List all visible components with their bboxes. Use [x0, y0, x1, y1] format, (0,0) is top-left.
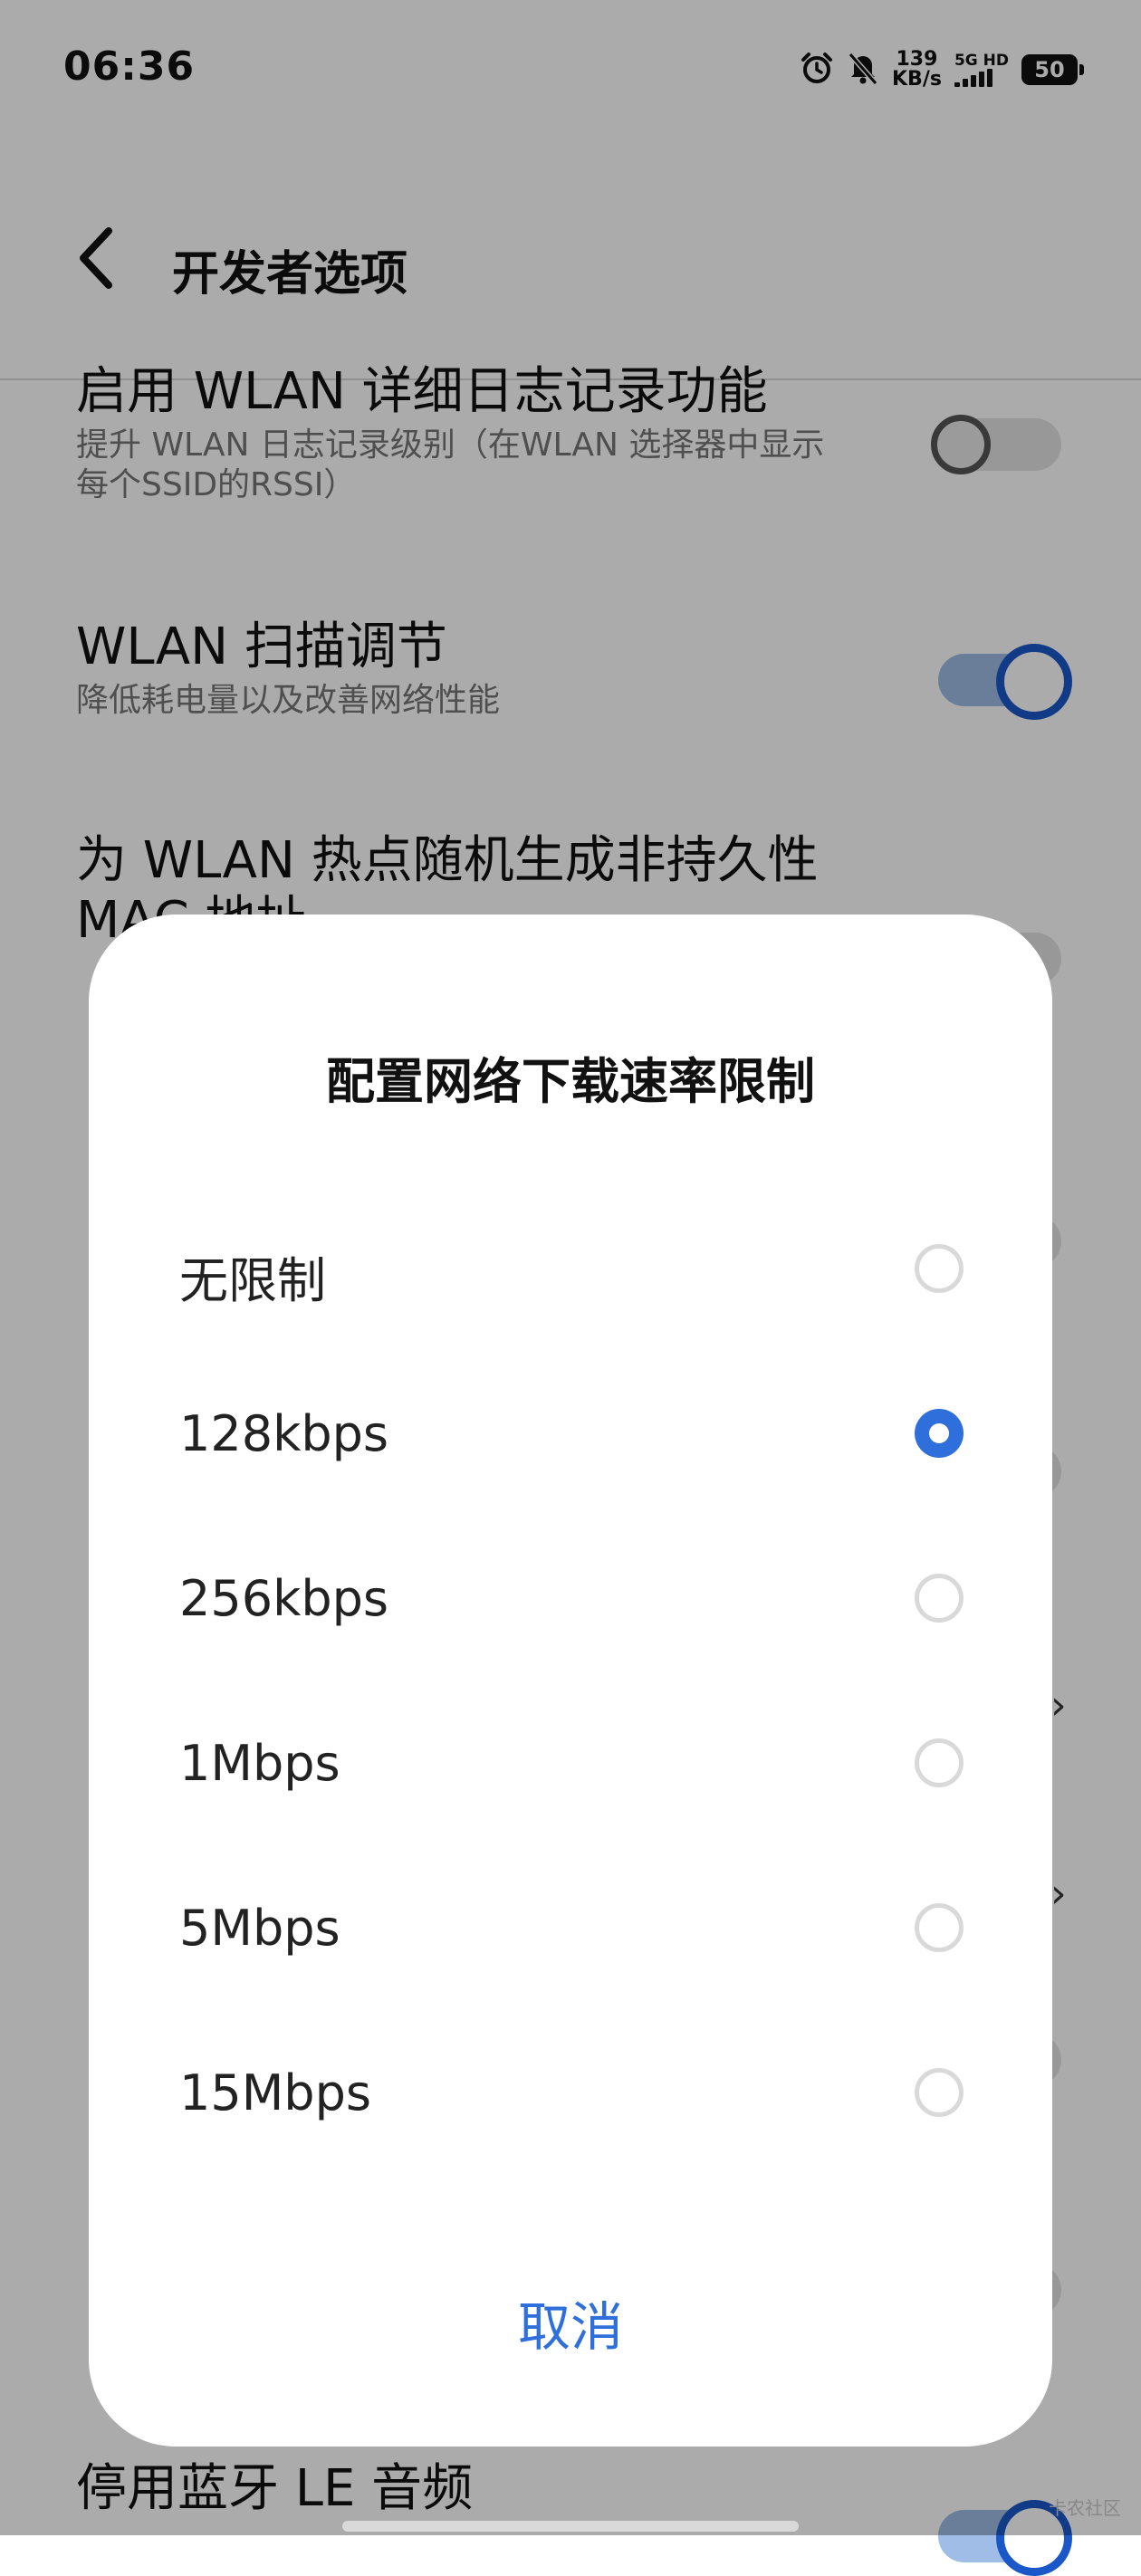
option-label: 无限制: [179, 1252, 326, 1309]
radio-button[interactable]: [915, 1574, 964, 1623]
radio-button[interactable]: [915, 1738, 964, 1787]
dialog-title: 配置网络下载速率限制: [326, 1053, 815, 1110]
home-indicator[interactable]: [342, 2521, 799, 2532]
radio-button[interactable]: [915, 1903, 964, 1952]
option-label: 128kbps: [179, 1405, 389, 1462]
option-label: 5Mbps: [179, 1900, 340, 1957]
cancel-button[interactable]: 取消: [389, 2273, 752, 2381]
option-15mbps[interactable]: 15Mbps: [89, 2016, 1052, 2180]
option-label: 15Mbps: [179, 2064, 371, 2121]
radio-button-selected[interactable]: [915, 1409, 964, 1458]
option-256kbps[interactable]: 256kbps: [89, 1521, 1052, 1686]
option-1mbps[interactable]: 1Mbps: [89, 1686, 1052, 1851]
radio-button[interactable]: [915, 2068, 964, 2117]
watermark: 卡农社区: [1049, 2497, 1121, 2519]
option-label: 1Mbps: [179, 1735, 340, 1792]
option-unlimited[interactable]: 无限制: [89, 1192, 1052, 1356]
option-128kbps[interactable]: 128kbps: [89, 1356, 1052, 1521]
option-5mbps[interactable]: 5Mbps: [89, 1851, 1052, 2016]
radio-button[interactable]: [915, 1244, 964, 1293]
rate-limit-dialog: 配置网络下载速率限制 无限制 128kbps 256kbps 1Mbps 5Mb…: [89, 915, 1052, 2447]
option-label: 256kbps: [179, 1570, 389, 1627]
